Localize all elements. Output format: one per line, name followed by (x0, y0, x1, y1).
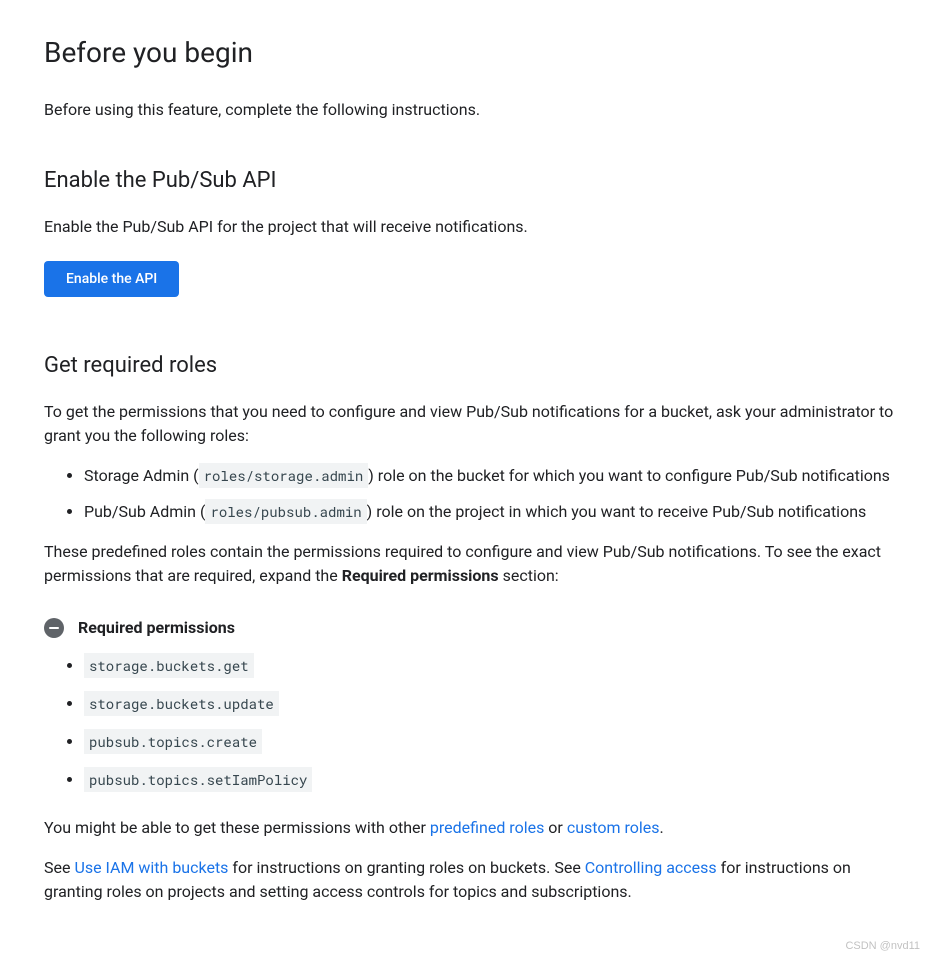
text: . (660, 818, 664, 837)
role-text: Storage Admin ( (84, 466, 199, 485)
role-text: ) role on the project in which you want … (367, 502, 867, 521)
list-item: pubsub.topics.create (84, 730, 910, 754)
text: section: (499, 566, 559, 585)
role-code: roles/pubsub.admin (205, 499, 366, 524)
enable-api-paragraph: Enable the Pub/Sub API for the project t… (44, 215, 910, 239)
permissions-list: storage.buckets.get storage.buckets.upda… (44, 654, 910, 792)
role-code: roles/storage.admin (199, 463, 369, 488)
permission-code: pubsub.topics.setIamPolicy (84, 767, 312, 792)
expander-title: Required permissions (78, 616, 235, 640)
text: or (544, 818, 566, 837)
roles-intro-paragraph: To get the permissions that you need to … (44, 400, 910, 448)
see-also-paragraph: See Use IAM with buckets for instruction… (44, 856, 910, 904)
predefined-roles-link[interactable]: predefined roles (430, 818, 544, 837)
other-roles-paragraph: You might be able to get these permissio… (44, 816, 910, 840)
required-permissions-expander: Required permissions storage.buckets.get… (44, 616, 910, 792)
roles-explanation: These predefined roles contain the permi… (44, 540, 910, 588)
text: You might be able to get these permissio… (44, 818, 430, 837)
page: Before you begin Before using this featu… (0, 0, 930, 960)
permission-code: storage.buckets.update (84, 691, 279, 716)
text: See (44, 858, 74, 877)
expander-toggle[interactable]: Required permissions (44, 616, 910, 640)
controlling-access-link[interactable]: Controlling access (585, 858, 717, 877)
role-text: Pub/Sub Admin ( (84, 502, 205, 521)
enable-api-button[interactable]: Enable the API (44, 261, 179, 297)
enable-api-heading: Enable the Pub/Sub API (44, 164, 910, 197)
permission-code: storage.buckets.get (84, 653, 254, 678)
required-permissions-label: Required permissions (342, 566, 499, 585)
custom-roles-link[interactable]: custom roles (567, 818, 660, 837)
list-item: storage.buckets.get (84, 654, 910, 678)
text: for instructions on granting roles on bu… (228, 858, 584, 877)
page-title: Before you begin (44, 32, 910, 74)
permission-code: pubsub.topics.create (84, 729, 262, 754)
collapse-icon (44, 618, 64, 638)
list-item: Pub/Sub Admin (roles/pubsub.admin) role … (84, 500, 910, 524)
list-item: Storage Admin (roles/storage.admin) role… (84, 464, 910, 488)
required-roles-heading: Get required roles (44, 349, 910, 382)
intro-paragraph: Before using this feature, complete the … (44, 98, 910, 122)
roles-list: Storage Admin (roles/storage.admin) role… (44, 464, 910, 524)
use-iam-link[interactable]: Use IAM with buckets (74, 858, 228, 877)
watermark: CSDN @nvd11 (845, 938, 920, 955)
role-text: ) role on the bucket for which you want … (368, 466, 890, 485)
list-item: pubsub.topics.setIamPolicy (84, 768, 910, 792)
list-item: storage.buckets.update (84, 692, 910, 716)
